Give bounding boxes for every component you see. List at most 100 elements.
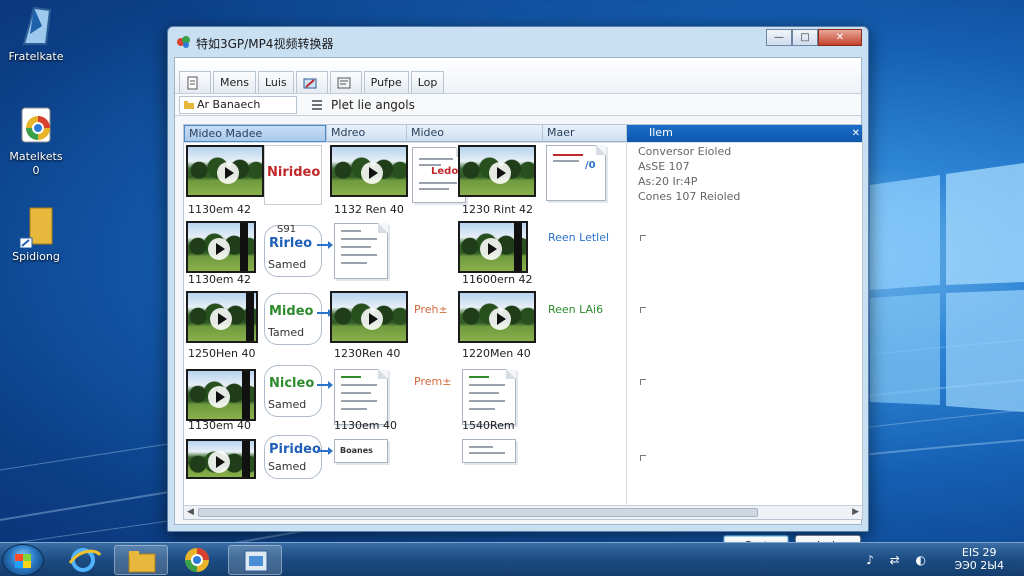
video-thumbnail[interactable] [186, 221, 256, 273]
arrow-right-icon [317, 241, 333, 249]
desktop-icon-recycle[interactable]: Fratelkate [4, 4, 68, 64]
menu-item-lop[interactable]: Lop [410, 71, 445, 93]
start-button[interactable] [2, 544, 44, 576]
video-duration: 1130em 40 [334, 419, 397, 432]
chrome-icon [185, 548, 209, 572]
document-preview [334, 223, 388, 279]
play-icon [217, 162, 239, 184]
document-icon [187, 76, 198, 89]
menu-item-pufpe[interactable]: Pufpe [363, 71, 409, 93]
taskbar-app-converter[interactable] [228, 545, 282, 575]
close-panel-icon[interactable]: ✕ [852, 126, 860, 142]
status-text: Reen Letlel [548, 231, 610, 244]
file-list: Mideo Madee Mdreo Mideo Maer Ilem ✕ Niri… [183, 124, 863, 520]
converted-badge: S91 Rirleo Samed [264, 224, 333, 277]
folder-icon [19, 207, 53, 248]
minimize-button[interactable]: — [766, 29, 792, 46]
app-icon [177, 36, 190, 48]
app-window-icon [244, 550, 268, 572]
scroll-left-icon[interactable]: ◀ [187, 507, 194, 517]
arrow-right-icon [317, 381, 333, 389]
recycle-bin-icon [22, 6, 52, 45]
taskbar-app-explorer[interactable] [114, 545, 168, 575]
video-duration: 11600ern 42 [462, 273, 533, 286]
maximize-button[interactable]: □ [792, 29, 818, 46]
video-thumbnail[interactable] [458, 291, 536, 343]
menu-item-page[interactable] [329, 71, 362, 93]
page-icon [337, 77, 351, 88]
video-duration: 1132 Ren 40 [334, 203, 404, 216]
document-preview [334, 369, 388, 425]
menu-bar: Mens Luis Pufpe Lop [175, 58, 861, 94]
window-client: Mens Luis Pufpe Lop Ar Banaech Plet lie … [174, 57, 863, 556]
video-duration: 1230 Rint 42 [462, 203, 533, 216]
video-duration: 1130em 42 [188, 203, 251, 216]
info-line: Cones 107 Reioled [638, 190, 741, 203]
tools-icon [303, 78, 317, 88]
chrome-like-icon [21, 107, 51, 143]
windows-logo-icon [15, 554, 31, 568]
column-format[interactable]: Mdreo [326, 125, 406, 142]
search-dropdown[interactable]: Ar Banaech [179, 95, 297, 114]
desktop-icon-label: Spidiong [12, 250, 60, 263]
clock-time: ЕIS 29 [961, 546, 997, 559]
taskbar-app-ie[interactable] [56, 545, 110, 575]
info-line: As:20 Ir:4P [638, 175, 698, 188]
video-duration: 1220Men 40 [462, 347, 531, 360]
play-icon [361, 162, 383, 184]
folder-icon [128, 551, 156, 573]
video-thumbnail[interactable] [186, 291, 258, 343]
play-icon [489, 162, 511, 184]
video-thumbnail[interactable] [458, 145, 536, 197]
video-duration: 1250Hen 40 [188, 347, 256, 360]
column-header: Mideo Madee Mdreo Mideo Maer Ilem ✕ [184, 125, 862, 142]
taskbar-app-chrome[interactable] [170, 545, 224, 575]
status-text: Preh± [414, 303, 448, 316]
info-line: Conversor Eioled [638, 145, 732, 158]
video-duration: 1540Rem [462, 419, 515, 432]
video-duration: 1130em 42 [188, 273, 251, 286]
column-output[interactable]: Mideo [406, 125, 542, 142]
window-title: 特如3GP/MP4视频转换器 [196, 37, 334, 51]
taskbar: ♪ ⇄ ◐ ЕIS 29 ЭЭ0 2Ы4 [0, 542, 1024, 576]
video-duration: 1230Ren 40 [334, 347, 401, 360]
horizontal-scrollbar[interactable]: ◀ ▶ [184, 505, 862, 519]
converted-badge: Pirideo Samed [264, 435, 333, 479]
document-preview [462, 439, 516, 463]
output-label: Nirideo [267, 165, 321, 180]
play-icon [361, 308, 383, 330]
video-thumbnail[interactable] [330, 145, 408, 197]
menu-item-tools[interactable] [295, 71, 328, 93]
toolbar-action[interactable]: Plet lie angols [311, 98, 415, 112]
video-thumbnail[interactable] [330, 291, 408, 343]
desktop-icon-browser[interactable]: Matelkets 0 [4, 104, 68, 178]
video-thumbnail[interactable] [186, 369, 256, 421]
desktop-icon-folder[interactable]: Spidiong [4, 204, 68, 264]
column-video[interactable]: Mideo Madee [184, 125, 326, 142]
menu-item-mens[interactable]: Mens [213, 71, 256, 93]
document-preview [462, 369, 516, 425]
column-status[interactable]: Maer [542, 125, 626, 142]
system-tray[interactable]: ♪ ⇄ ◐ [866, 553, 932, 567]
column-info-label: Ilem [649, 126, 673, 139]
toolbar-action-label: Plet lie angols [331, 97, 415, 112]
video-duration: 1130em 40 [188, 419, 251, 432]
video-thumbnail[interactable] [186, 145, 264, 197]
menu-item-file[interactable] [179, 71, 211, 93]
scroll-right-icon[interactable]: ▶ [852, 507, 859, 517]
close-button[interactable]: ✕ [818, 29, 862, 46]
menu-item-luis[interactable]: Luis [257, 71, 294, 93]
clock[interactable]: ЕIS 29 ЭЭ0 2Ы4 [954, 546, 1004, 572]
video-thumbnail[interactable] [458, 221, 528, 273]
column-info[interactable]: Ilem ✕ [626, 125, 862, 142]
clock-date: ЭЭ0 2Ы4 [954, 559, 1004, 572]
play-icon [480, 238, 502, 260]
scrollbar-thumb[interactable] [198, 508, 758, 517]
info-line: AsSE 107 [638, 160, 690, 173]
play-icon [208, 238, 230, 260]
converted-badge: Nicleo Samed [264, 365, 333, 417]
toolbar: Ar Banaech Plet lie angols [175, 94, 861, 116]
title-bar[interactable]: 特如3GP/MP4视频转换器 — □ ✕ [168, 27, 868, 57]
desktop-icon-label: Fratelkate [8, 50, 64, 63]
video-thumbnail[interactable] [186, 439, 256, 479]
